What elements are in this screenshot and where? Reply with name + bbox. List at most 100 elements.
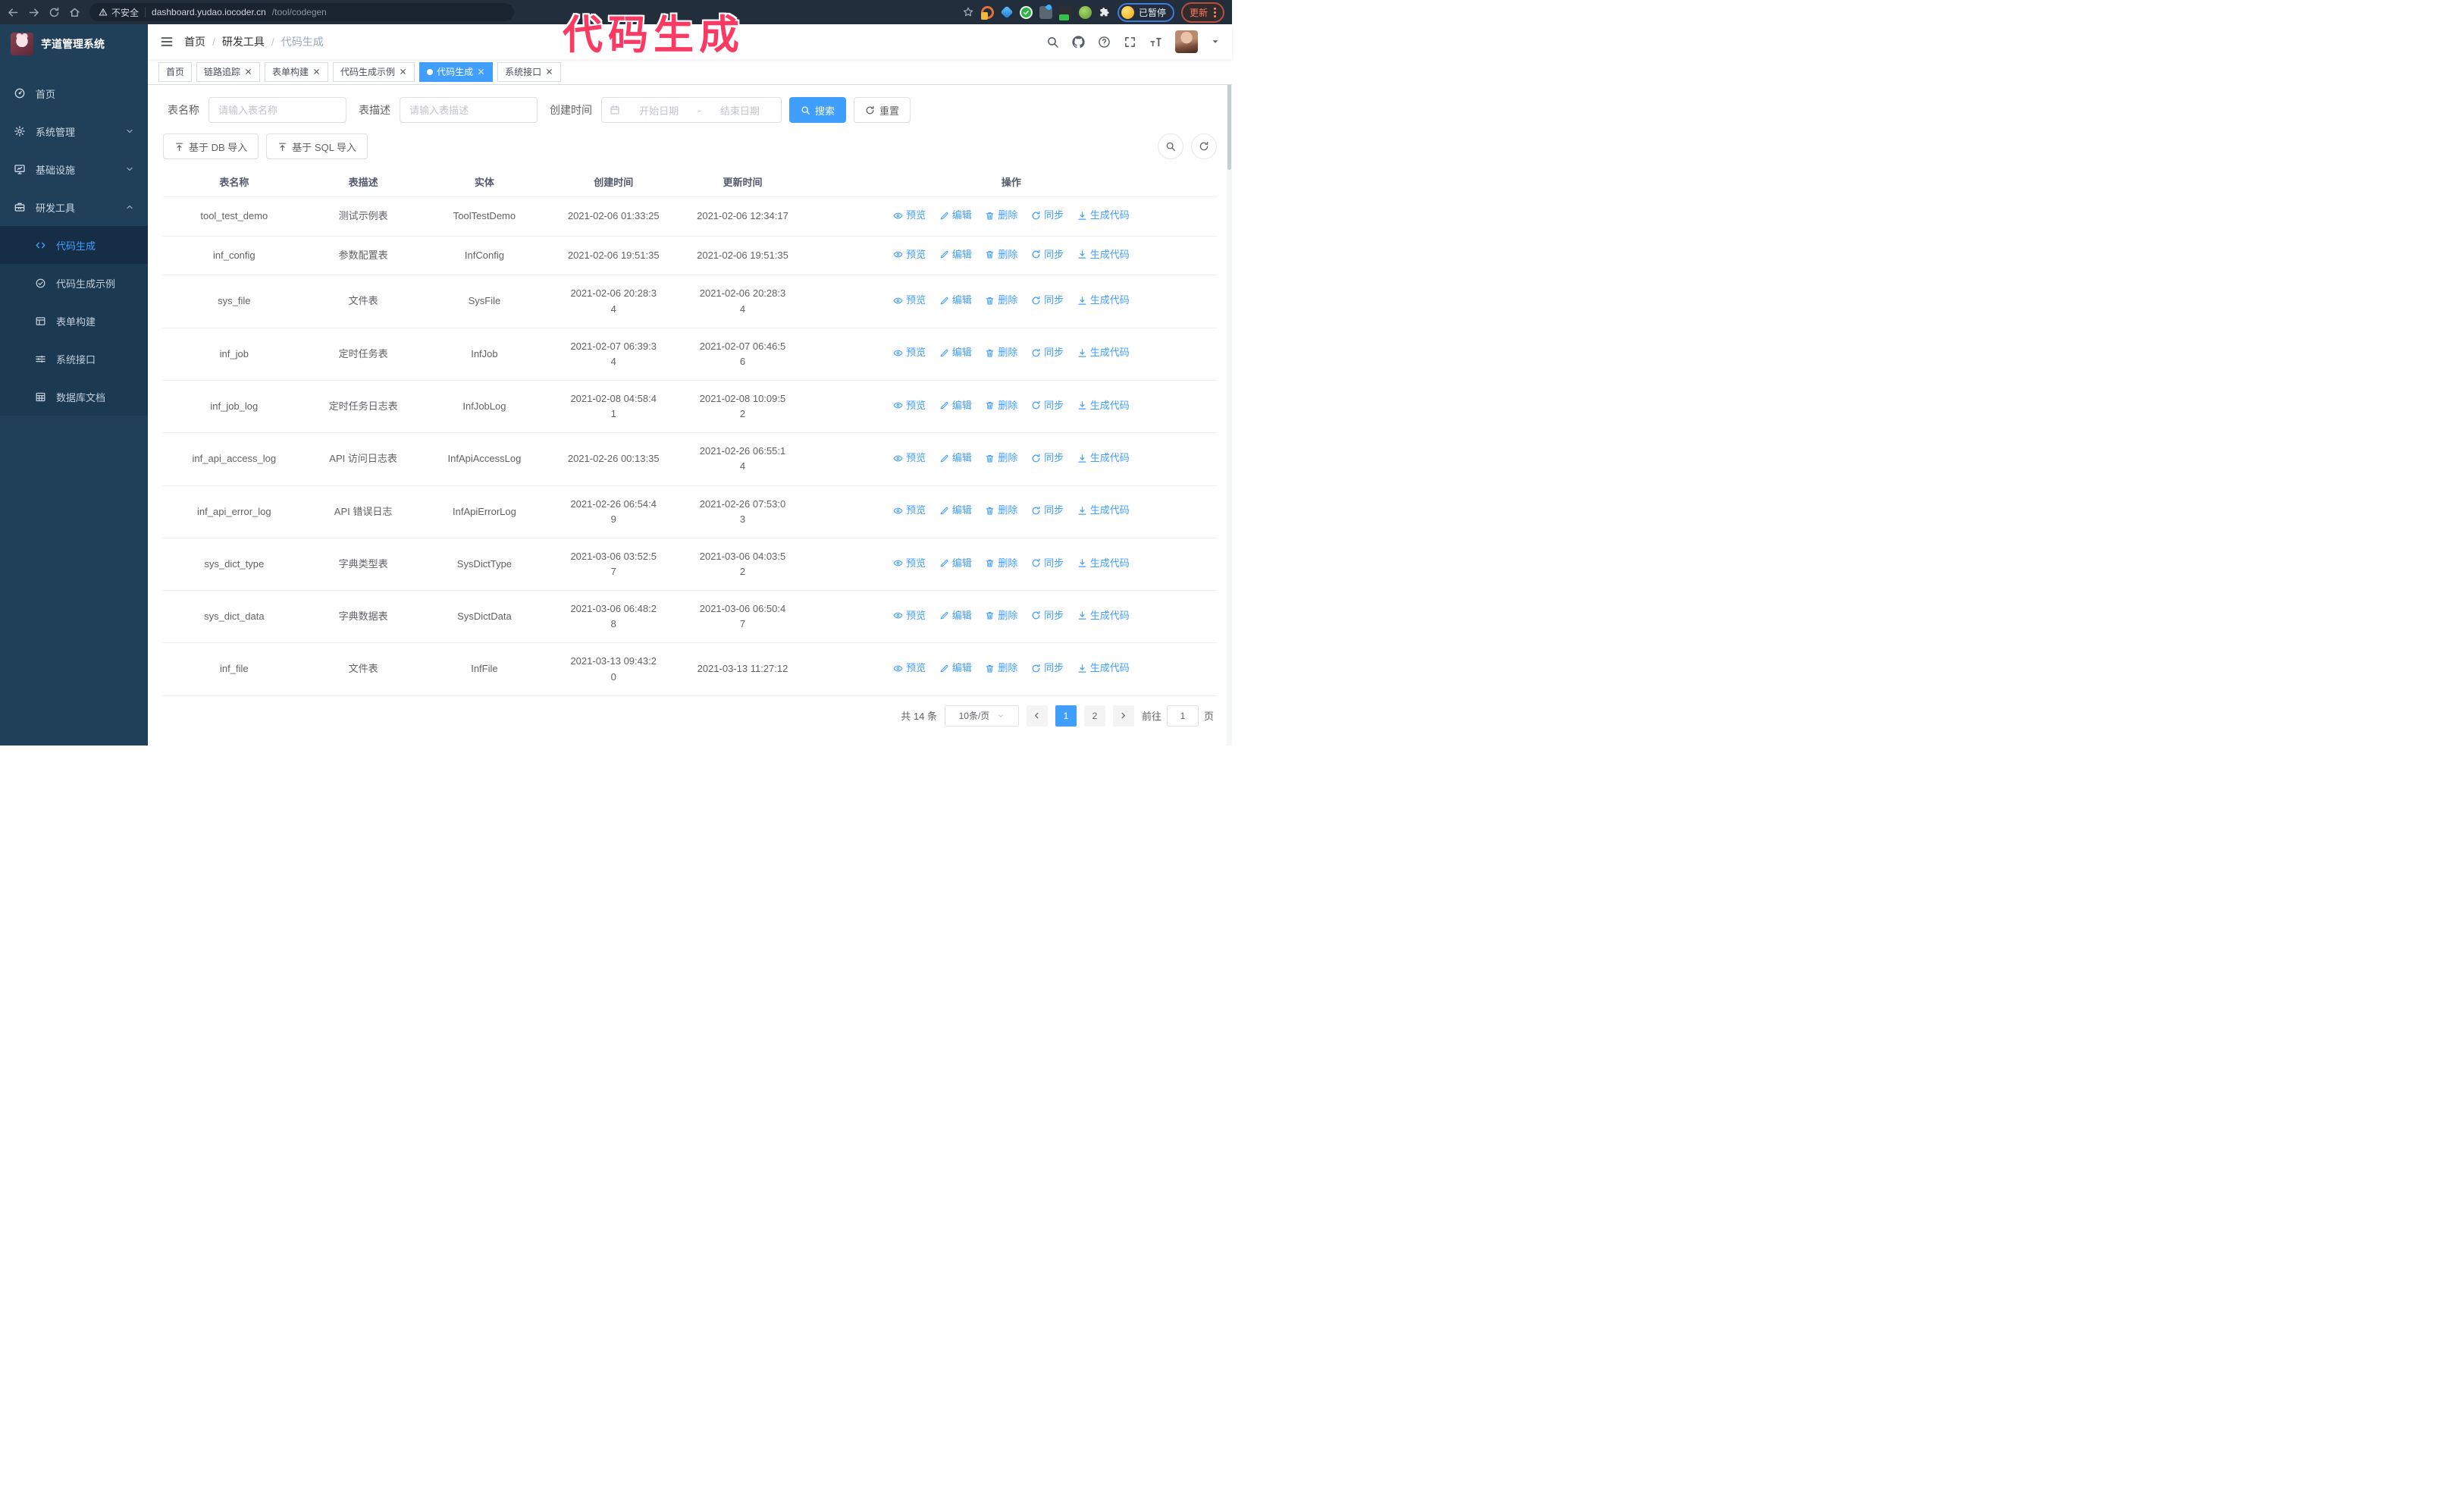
page-tab[interactable]: 代码生成示例 — [333, 61, 415, 82]
preview-link[interactable]: 预览 — [893, 661, 926, 676]
generate-code-link[interactable]: 生成代码 — [1077, 398, 1130, 413]
import-sql-button[interactable]: 基于 SQL 导入 — [266, 133, 368, 159]
browser-refresh-icon[interactable] — [49, 7, 60, 18]
edit-link[interactable]: 编辑 — [939, 293, 972, 308]
generate-code-link[interactable]: 生成代码 — [1077, 661, 1130, 676]
delete-link[interactable]: 删除 — [985, 293, 1017, 308]
preview-link[interactable]: 预览 — [893, 450, 926, 466]
delete-link[interactable]: 删除 — [985, 247, 1017, 262]
preview-link[interactable]: 预览 — [893, 247, 926, 262]
search-icon[interactable] — [1046, 36, 1059, 49]
extension-monkey-icon[interactable] — [1078, 5, 1092, 19]
app-logo-row[interactable]: 芋道管理系统 — [0, 24, 148, 64]
table-name-input[interactable] — [208, 97, 346, 123]
page-tab[interactable]: 代码生成 — [419, 61, 494, 82]
preview-link[interactable]: 预览 — [893, 556, 926, 571]
goto-page-input[interactable] — [1166, 705, 1199, 727]
sync-link[interactable]: 同步 — [1031, 398, 1064, 413]
sidebar-item-devtools[interactable]: 研发工具 — [0, 188, 148, 226]
tab-close-icon[interactable] — [312, 67, 321, 76]
breadcrumb-home[interactable]: 首页 — [184, 34, 205, 49]
extension-on-icon[interactable] — [1058, 5, 1072, 20]
sync-link[interactable]: 同步 — [1031, 608, 1064, 623]
sidebar-fold-icon[interactable] — [160, 35, 174, 49]
date-range-picker[interactable]: 开始日期 - 结束日期 — [601, 97, 782, 123]
preview-link[interactable]: 预览 — [893, 608, 926, 623]
delete-link[interactable]: 删除 — [985, 345, 1017, 360]
user-avatar[interactable] — [1175, 30, 1198, 53]
generate-code-link[interactable]: 生成代码 — [1077, 608, 1130, 623]
delete-link[interactable]: 删除 — [985, 450, 1017, 466]
sync-link[interactable]: 同步 — [1031, 450, 1064, 466]
page-tab[interactable]: 链路追踪 — [196, 61, 261, 82]
reset-button[interactable]: 重置 — [854, 97, 911, 123]
sidebar-item-system-api[interactable]: 系统接口 — [0, 340, 148, 378]
preview-link[interactable]: 预览 — [893, 208, 926, 223]
preview-link[interactable]: 预览 — [893, 398, 926, 413]
generate-code-link[interactable]: 生成代码 — [1077, 345, 1130, 360]
browser-back-icon[interactable] — [8, 7, 19, 18]
tab-close-icon[interactable] — [244, 67, 252, 76]
date-start-placeholder[interactable]: 开始日期 — [625, 103, 692, 118]
delete-link[interactable]: 删除 — [985, 608, 1017, 623]
profile-paused-badge[interactable]: 已暂停 — [1117, 2, 1174, 22]
generate-code-link[interactable]: 生成代码 — [1077, 208, 1130, 223]
help-icon[interactable] — [1098, 36, 1111, 49]
sidebar-item-system[interactable]: 系统管理 — [0, 112, 148, 150]
tab-close-icon[interactable] — [399, 67, 407, 76]
sync-link[interactable]: 同步 — [1031, 208, 1064, 223]
delete-link[interactable]: 删除 — [985, 661, 1017, 676]
fullscreen-icon[interactable] — [1124, 36, 1136, 49]
edit-link[interactable]: 编辑 — [939, 345, 972, 360]
browser-forward-icon[interactable] — [28, 7, 39, 18]
page-size-select[interactable]: 10条/页 — [944, 705, 1019, 727]
generate-code-link[interactable]: 生成代码 — [1077, 450, 1130, 466]
edit-link[interactable]: 编辑 — [939, 398, 972, 413]
sync-link[interactable]: 同步 — [1031, 345, 1064, 360]
delete-link[interactable]: 删除 — [985, 398, 1017, 413]
page-number-button[interactable]: 2 — [1083, 705, 1105, 727]
edit-link[interactable]: 编辑 — [939, 661, 972, 676]
page-number-button[interactable]: 1 — [1055, 705, 1077, 727]
delete-link[interactable]: 删除 — [985, 503, 1017, 518]
extensions-puzzle-icon[interactable] — [1099, 6, 1111, 18]
edit-link[interactable]: 编辑 — [939, 247, 972, 262]
delete-link[interactable]: 删除 — [985, 556, 1017, 571]
page-tab[interactable]: 表单构建 — [265, 61, 329, 82]
extension-columns-icon[interactable] — [1039, 3, 1053, 19]
edit-link[interactable]: 编辑 — [939, 608, 972, 623]
browser-update-button[interactable]: 更新 — [1180, 2, 1224, 23]
sync-link[interactable]: 同步 — [1031, 661, 1064, 676]
generate-code-link[interactable]: 生成代码 — [1077, 503, 1130, 518]
generate-code-link[interactable]: 生成代码 — [1077, 556, 1130, 571]
edit-link[interactable]: 编辑 — [939, 208, 972, 223]
sidebar-item-home[interactable]: 首页 — [0, 74, 148, 112]
sync-link[interactable]: 同步 — [1031, 556, 1064, 571]
search-button[interactable]: 搜索 — [789, 97, 847, 123]
toggle-search-button[interactable] — [1158, 133, 1183, 159]
github-icon[interactable] — [1072, 35, 1085, 49]
browser-home-icon[interactable] — [69, 7, 80, 18]
sync-link[interactable]: 同步 — [1031, 247, 1064, 262]
extension-gem-icon[interactable] — [1000, 5, 1014, 19]
font-size-icon[interactable] — [1149, 36, 1162, 49]
table-desc-input[interactable] — [400, 97, 538, 123]
edit-link[interactable]: 编辑 — [939, 503, 972, 518]
generate-code-link[interactable]: 生成代码 — [1077, 293, 1130, 308]
browser-scrollbar[interactable] — [1227, 24, 1232, 746]
sidebar-item-db-docs[interactable]: 数据库文档 — [0, 378, 148, 416]
next-page-button[interactable] — [1112, 705, 1134, 727]
sidebar-item-infra[interactable]: 基础设施 — [0, 150, 148, 188]
import-db-button[interactable]: 基于 DB 导入 — [163, 133, 259, 159]
generate-code-link[interactable]: 生成代码 — [1077, 247, 1130, 262]
preview-link[interactable]: 预览 — [893, 503, 926, 518]
extension-orange-icon[interactable] — [980, 5, 994, 20]
refresh-table-button[interactable] — [1191, 133, 1217, 159]
sidebar-item-codegen[interactable]: 代码生成 — [0, 226, 148, 264]
date-end-placeholder[interactable]: 结束日期 — [707, 103, 773, 118]
tab-close-icon[interactable] — [545, 67, 553, 76]
preview-link[interactable]: 预览 — [893, 293, 926, 308]
prev-page-button[interactable] — [1026, 705, 1048, 727]
page-tab[interactable]: 首页 — [158, 61, 193, 82]
browser-menu-icon[interactable] — [1214, 7, 1216, 17]
